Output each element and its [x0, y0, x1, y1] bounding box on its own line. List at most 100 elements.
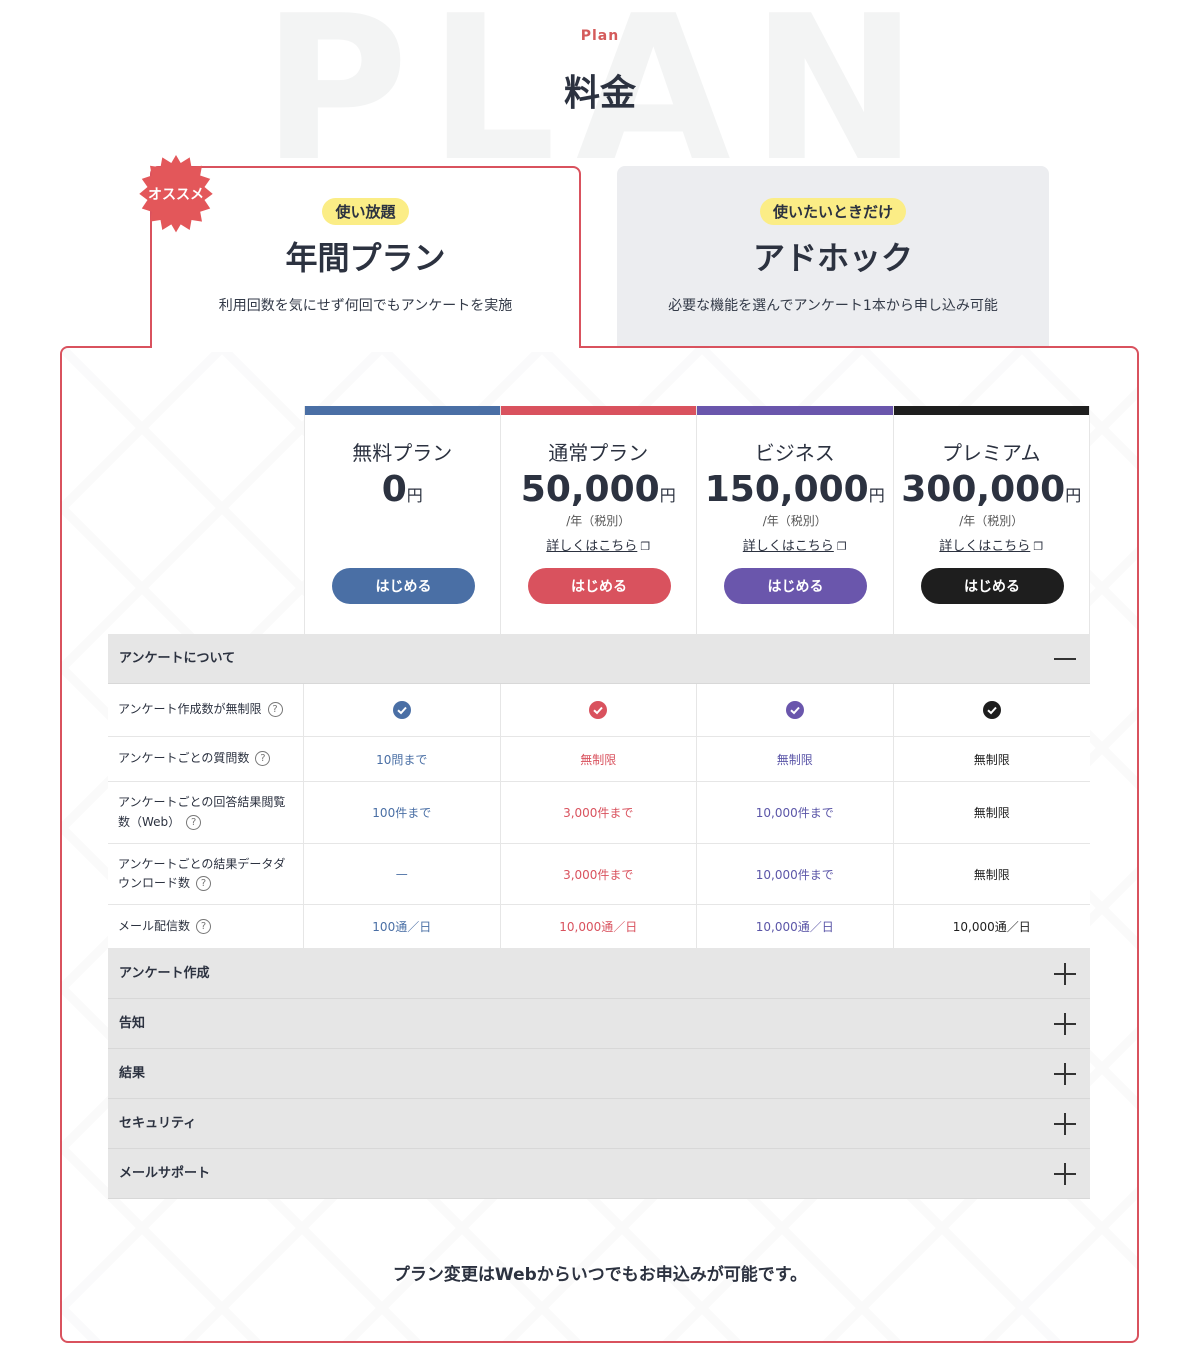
row-label-text: アンケートごとの質問数: [118, 751, 250, 766]
plan-color-bar: [697, 406, 893, 415]
external-link-icon: ❐: [1033, 539, 1044, 553]
cell-standard: [501, 684, 697, 736]
table-row: アンケート作成数が無制限?: [108, 684, 1090, 737]
table-row: アンケートごとの質問数? 10問まで 無制限 無制限 無制限: [108, 737, 1090, 782]
table-row: アンケートごとの回答結果閲覧数（Web）? 100件まで 3,000件まで 10…: [108, 782, 1090, 844]
section-notice-header[interactable]: 告知: [108, 999, 1090, 1049]
help-icon[interactable]: ?: [267, 702, 283, 718]
tab-badge: 使いたいときだけ: [759, 198, 906, 225]
check-icon: [392, 701, 411, 719]
start-button-free[interactable]: はじめる: [332, 568, 475, 604]
expand-icon[interactable]: [1054, 1163, 1076, 1185]
section-survey-header[interactable]: アンケートについて: [108, 634, 1090, 684]
price-value: 300,000: [901, 469, 1066, 510]
expand-icon[interactable]: [1054, 963, 1076, 985]
price-value: 150,000: [704, 469, 869, 510]
section-create-header[interactable]: アンケート作成: [108, 949, 1090, 999]
start-button-business[interactable]: はじめる: [724, 568, 867, 604]
cell-free: [304, 684, 501, 736]
external-link-icon: ❐: [640, 539, 651, 553]
expand-icon[interactable]: [1054, 1013, 1076, 1035]
row-label-text: アンケートごとの回答結果閲覧数（Web）: [118, 795, 286, 829]
start-button-standard[interactable]: はじめる: [527, 568, 671, 604]
cell-free: —: [304, 844, 501, 904]
tab-description: 必要な機能を選んでアンケート1本から申し込み可能: [668, 298, 998, 314]
plan-premium: プレミアム 300,000円 /年（税別） 詳しくはこちら ❐ はじめる: [893, 406, 1090, 634]
cell-free: 10問まで: [304, 737, 501, 781]
details-link-business[interactable]: 詳しくはこちら ❐: [743, 535, 847, 554]
section-mail-support-header[interactable]: メールサポート: [108, 1149, 1090, 1199]
row-label: メール配信数?: [108, 905, 304, 948]
cell-premium: 無制限: [973, 752, 1010, 767]
details-link-label: 詳しくはこちら: [546, 538, 638, 554]
tab-title: 年間プラン: [285, 239, 446, 277]
price-unit: 円: [659, 486, 676, 505]
help-icon[interactable]: ?: [196, 918, 212, 934]
cell-premium: 無制限: [973, 806, 1010, 820]
plan-price: 300,000円: [894, 470, 1090, 510]
row-label: アンケート作成数が無制限?: [108, 684, 304, 736]
plan-color-bar: [500, 406, 696, 415]
section-results-header[interactable]: 結果: [108, 1049, 1090, 1099]
check-icon: [589, 701, 608, 719]
price-value: 0: [381, 469, 407, 510]
cell-premium: 無制限: [973, 867, 1010, 882]
plan-period: /年（税別）: [959, 513, 1024, 528]
details-link-standard[interactable]: 詳しくはこちら ❐: [546, 535, 650, 554]
recommend-badge-label: オススメ: [148, 187, 204, 203]
details-link-label: 詳しくはこちら: [939, 538, 1031, 554]
start-button-premium[interactable]: はじめる: [920, 568, 1064, 604]
help-icon[interactable]: ?: [186, 814, 202, 830]
row-label-text: アンケート作成数が無制限: [118, 702, 262, 717]
cell-standard: 10,000通／日: [501, 905, 697, 948]
section-title: アンケート作成: [119, 966, 210, 981]
external-link-icon: ❐: [836, 539, 847, 553]
details-link-premium[interactable]: 詳しくはこちら ❐: [939, 535, 1043, 554]
price-unit: 円: [868, 486, 885, 505]
cell-business: 10,000件まで: [697, 844, 894, 904]
collapse-icon[interactable]: [1054, 648, 1076, 670]
section-title: メールサポート: [119, 1166, 211, 1181]
price-unit: 円: [1065, 486, 1082, 505]
plan-color-bar: [305, 406, 500, 415]
section-title: 告知: [119, 1016, 146, 1031]
details-link-label: 詳しくはこちら: [742, 538, 834, 554]
help-icon[interactable]: ?: [196, 876, 212, 891]
cell-business: [697, 684, 894, 736]
feature-table: アンケートについて アンケート作成数が無制限? アンケートごとの質問数? 10問…: [108, 634, 1090, 1199]
plan-price: 0円: [305, 470, 500, 510]
cell-business: 10,000件まで: [697, 782, 894, 843]
price-value: 50,000: [520, 469, 660, 510]
cell-premium: [894, 684, 1091, 736]
section-eyebrow: Plan: [580, 28, 620, 44]
help-icon[interactable]: ?: [255, 751, 271, 767]
plan-period: /年（税別）: [566, 513, 631, 528]
cell-business: 10,000通／日: [697, 905, 894, 948]
plan-standard: 通常プラン 50,000円 /年（税別） 詳しくはこちら ❐ はじめる: [500, 406, 697, 634]
cell-free: 100通／日: [304, 905, 501, 948]
expand-icon[interactable]: [1054, 1113, 1076, 1135]
plan-price: 150,000円: [697, 470, 893, 510]
plan-period: /年（税別）: [762, 513, 827, 528]
expand-icon[interactable]: [1054, 1063, 1076, 1085]
row-label: アンケートごとの回答結果閲覧数（Web）?: [108, 782, 304, 843]
section-title: 結果: [119, 1066, 146, 1081]
tab-adhoc[interactable]: 使いたいときだけ アドホック 必要な機能を選んでアンケート1本から申し込み可能: [617, 166, 1049, 348]
recommend-badge: オススメ: [136, 155, 216, 235]
plan-free: 無料プラン 0円 はじめる: [304, 406, 501, 634]
tab-description: 利用回数を気にせず何回でもアンケートを実施: [218, 298, 513, 314]
section-title: アンケートについて: [119, 651, 236, 666]
plan-price: 50,000円: [501, 470, 697, 510]
plan-name: 無料プラン: [352, 441, 453, 465]
section-title: セキュリティ: [119, 1116, 197, 1131]
plan-name: ビジネス: [754, 441, 835, 465]
cell-free: 100件まで: [304, 782, 501, 843]
page-title: 料金: [563, 73, 636, 114]
check-icon: [785, 701, 804, 719]
plan-color-bar: [893, 406, 1089, 415]
row-label: アンケートごとの質問数?: [108, 737, 304, 781]
cell-premium: 10,000通／日: [952, 920, 1031, 934]
plan-name: プレミアム: [941, 441, 1041, 465]
table-row: アンケートごとの結果データダウンロード数? — 3,000件まで 10,000件…: [108, 844, 1090, 905]
section-security-header[interactable]: セキュリティ: [108, 1099, 1090, 1149]
